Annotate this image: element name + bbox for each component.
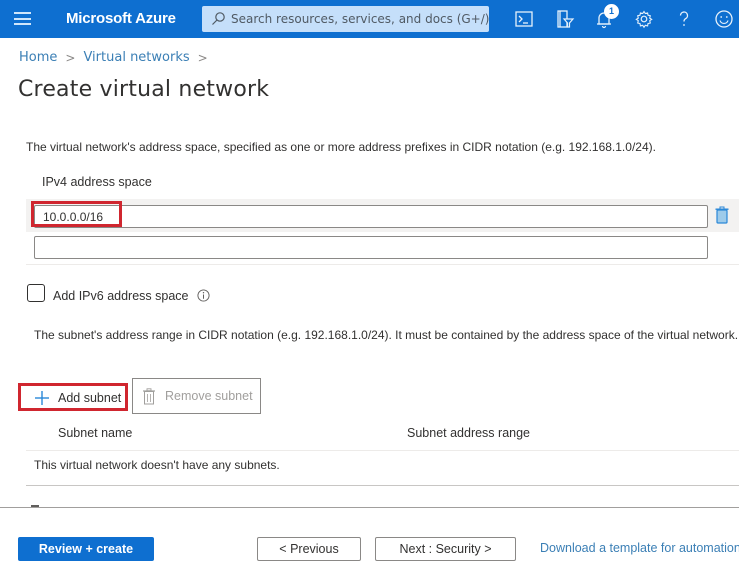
table-header-divider [26,450,739,451]
footer-divider [0,507,739,508]
feedback-icon[interactable] [713,8,735,30]
breadcrumb-virtual-networks[interactable]: Virtual networks [83,50,189,65]
address-space-description: The virtual network's address space, spe… [26,140,656,154]
column-header-subnet-address-range[interactable]: Subnet address range [407,426,530,440]
notification-badge: 1 [604,4,619,19]
add-ipv6-checkbox[interactable] [27,284,45,302]
cloud-shell-icon[interactable] [513,8,535,30]
breadcrumb: Home > Virtual networks > [19,50,216,65]
ipv4-address-space-label: IPv4 address space [42,175,152,189]
add-subnet-label: Add subnet [58,390,122,405]
subnets-empty-message: This virtual network doesn't have any su… [34,458,280,472]
table-bottom-divider [26,485,739,486]
brand-title[interactable]: Microsoft Azure [66,10,176,27]
remove-subnet-label: Remove subnet [165,389,253,403]
subnet-description: The subnet's address range in CIDR notat… [34,328,739,342]
breadcrumb-separator: > [197,50,208,65]
help-icon[interactable] [673,8,695,30]
next-security-button[interactable]: Next : Security > [375,537,516,561]
ipv4-address-input-2[interactable] [34,236,708,259]
plus-icon [35,390,49,405]
info-icon[interactable] [197,289,210,302]
search-placeholder: Search resources, services, and docs (G+… [231,12,490,26]
add-ipv6-label[interactable]: Add IPv6 address space [53,289,189,303]
search-icon [212,12,225,25]
divider [26,264,739,265]
ipv4-address-input-1[interactable] [34,205,708,228]
delete-address-icon[interactable] [714,206,730,224]
add-subnet-button[interactable]: Add subnet [21,386,126,409]
column-header-subnet-name[interactable]: Subnet name [58,426,132,440]
breadcrumb-home[interactable]: Home [19,50,57,65]
settings-icon[interactable] [633,8,655,30]
remove-subnet-button[interactable]: Remove subnet [132,378,261,414]
menu-icon[interactable] [14,12,31,25]
download-template-link[interactable]: Download a template for automation [540,541,739,555]
previous-button[interactable]: < Previous [257,537,361,561]
breadcrumb-separator: > [65,50,76,65]
review-create-button[interactable]: Review + create [18,537,154,561]
trash-icon [143,387,155,404]
global-search-input[interactable]: Search resources, services, and docs (G+… [202,6,489,32]
directory-filter-icon[interactable] [554,8,576,30]
page-title: Create virtual network [18,77,270,102]
top-nav-bar: Microsoft Azure Search resources, servic… [0,0,739,38]
